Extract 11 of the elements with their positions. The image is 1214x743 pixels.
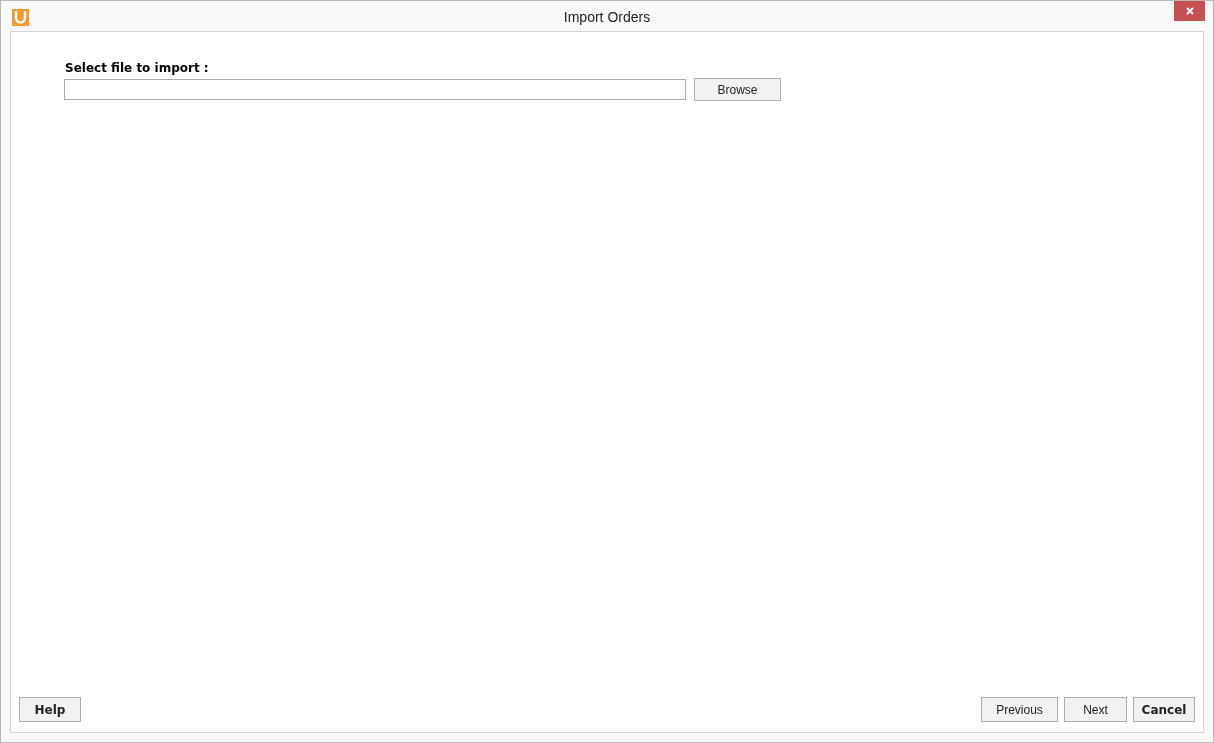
close-icon [1184,6,1195,16]
dialog-button[interactable]: Next [1064,697,1127,722]
bold-button[interactable]: Help [19,697,81,722]
dialog-button[interactable]: Previous [981,697,1058,722]
app-logo-icon [12,9,29,26]
field-label: Select file to import : [64,61,210,75]
close-button[interactable] [1174,1,1205,21]
browse-button[interactable]: Browse [694,78,781,101]
file-path-field[interactable] [64,79,686,100]
bold-button[interactable]: Cancel [1133,697,1195,722]
window-title: Import Orders [563,9,651,25]
